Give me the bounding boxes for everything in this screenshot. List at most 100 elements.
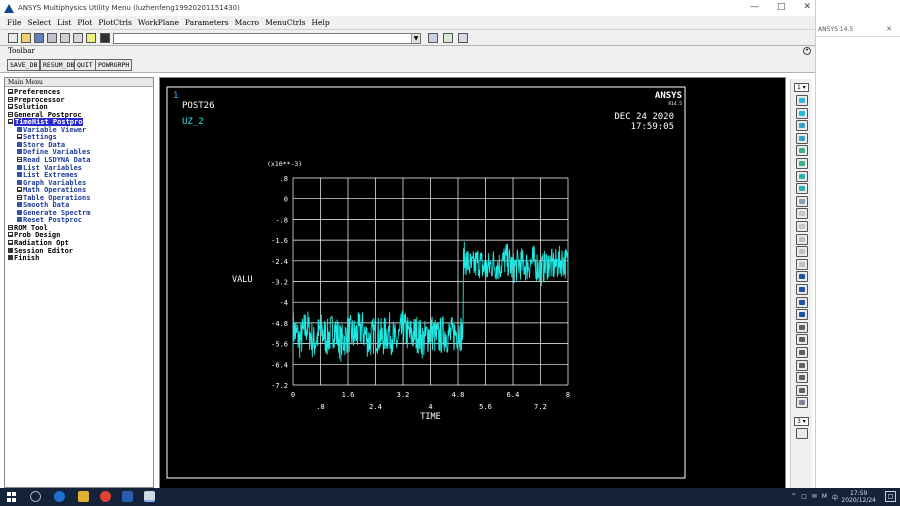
- menu-select[interactable]: Select: [27, 18, 51, 27]
- minimize-icon[interactable]: —: [750, 2, 759, 12]
- windows-start-icon[interactable]: [7, 492, 17, 502]
- open-icon[interactable]: [21, 33, 31, 43]
- function-icon: [17, 217, 22, 223]
- pan-left-icon[interactable]: [796, 271, 808, 283]
- clock[interactable]: 17:59 2020/12/24: [841, 490, 876, 504]
- collapse-icon[interactable]: •: [803, 47, 811, 55]
- pan-right-icon[interactable]: [796, 284, 808, 295]
- close-icon[interactable]: ✕: [803, 2, 811, 12]
- dynamic-mode-icon[interactable]: [796, 397, 808, 409]
- menu-workplane[interactable]: WorkPlane: [138, 18, 179, 27]
- expand-icon: [17, 187, 22, 193]
- rotate-yn-icon[interactable]: [796, 372, 808, 384]
- y-axis-label: VALU: [232, 275, 252, 285]
- raise-hidden-icon[interactable]: [443, 33, 453, 43]
- pan-down-icon[interactable]: [796, 309, 808, 321]
- menu-node-finish[interactable]: Finish: [8, 254, 39, 263]
- contact-icon[interactable]: [100, 33, 110, 43]
- close-icon[interactable]: ✕: [886, 25, 892, 33]
- x-tick-label: 1.6: [342, 391, 355, 399]
- zoom-box-icon[interactable]: [796, 233, 808, 245]
- right-view-toolbar: 1 ▾ 3 ▾: [790, 79, 812, 489]
- reset-view-icon[interactable]: [796, 428, 808, 439]
- box-zoom-icon[interactable]: [796, 246, 808, 258]
- menu-plotctrls[interactable]: PlotCtrls: [98, 18, 132, 27]
- expand-icon: [8, 240, 13, 245]
- graphics-canvas[interactable]: 1 POST26 UZ_2 ANSYS R14.5 DEC 24 2020 17…: [160, 78, 785, 488]
- x-tick-label: 3.2: [397, 391, 410, 399]
- y-tick-label: -1.6: [271, 237, 288, 245]
- back-view-icon[interactable]: [796, 120, 808, 132]
- word-icon[interactable]: [122, 491, 133, 502]
- menu-plot[interactable]: Plot: [77, 18, 92, 27]
- graphics-window: 1 POST26 UZ_2 ANSYS R14.5 DEC 24 2020 17…: [159, 77, 786, 489]
- menu-macro[interactable]: Macro: [235, 18, 259, 27]
- rotate-zn-icon[interactable]: [796, 384, 808, 396]
- window-selector[interactable]: 1 ▾: [794, 83, 809, 92]
- report-icon[interactable]: [73, 33, 83, 43]
- rate-selector[interactable]: 3 ▾: [794, 417, 809, 426]
- rotate-y-icon[interactable]: [796, 334, 808, 346]
- bottom-view-icon[interactable]: [796, 132, 808, 144]
- powrgrph-button[interactable]: POWRGRPH: [95, 59, 133, 71]
- rotate-xn-icon[interactable]: [796, 359, 808, 371]
- oblique-view-icon[interactable]: [796, 183, 808, 195]
- function-icon: [17, 149, 22, 155]
- print-icon[interactable]: [60, 33, 70, 43]
- quit-button[interactable]: QUIT: [74, 59, 96, 71]
- rotate-x-icon[interactable]: [796, 321, 808, 333]
- tray-mail-icon[interactable]: ✉: [812, 493, 817, 502]
- x-tick-label: 4.8: [452, 391, 465, 399]
- y-tick-label: -7.2: [271, 382, 288, 390]
- expand-icon: [17, 194, 22, 200]
- reset-picking-icon[interactable]: [458, 33, 468, 43]
- edge-icon[interactable]: [54, 491, 65, 502]
- tray-network-icon[interactable]: □: [801, 493, 807, 502]
- command-input[interactable]: ▼: [113, 33, 421, 44]
- command-history-icon[interactable]: [428, 33, 438, 43]
- main-menu-panel: Main Menu Preferences Preprocessor Solutio…: [4, 77, 154, 488]
- tray-chevron-icon[interactable]: ^: [791, 493, 796, 502]
- system-tray: ^ □ ✉ M 中: [791, 493, 838, 502]
- rotate-z-icon[interactable]: [796, 347, 808, 358]
- iso-view-icon[interactable]: [796, 170, 808, 182]
- background-tab-label[interactable]: ANSYS 14.5: [818, 26, 853, 33]
- pan-zoom-icon[interactable]: [47, 33, 57, 43]
- y-tick-label: -.8: [275, 216, 288, 224]
- y-tick-label: -5.6: [271, 341, 288, 349]
- ansys-logo: ANSYS: [655, 91, 682, 101]
- standard-toolbar: ▼: [0, 29, 815, 46]
- notification-icon[interactable]: □: [885, 491, 896, 502]
- maximize-icon[interactable]: □: [777, 2, 786, 12]
- search-icon[interactable]: [30, 491, 41, 502]
- ansys-taskbar-icon[interactable]: [144, 491, 155, 502]
- chrome-icon[interactable]: [100, 491, 111, 502]
- zoom-back-icon[interactable]: [796, 258, 808, 270]
- menu-file[interactable]: File: [7, 18, 21, 27]
- zoom-in-icon[interactable]: [796, 208, 808, 220]
- expand-icon: [8, 119, 13, 125]
- fit-view-icon[interactable]: [796, 195, 808, 207]
- top-view-icon[interactable]: [796, 107, 808, 119]
- help-icon[interactable]: [86, 33, 96, 43]
- front-view-icon[interactable]: [796, 95, 808, 106]
- clock-time: 17:59: [850, 490, 868, 497]
- tray-m-icon[interactable]: M: [822, 493, 827, 502]
- expand-icon: [8, 232, 13, 238]
- right-view-icon[interactable]: [796, 158, 808, 169]
- menu-parameters[interactable]: Parameters: [185, 18, 229, 27]
- zoom-out-icon[interactable]: [796, 221, 808, 232]
- menu-menuctrls[interactable]: MenuCtrls: [265, 18, 305, 27]
- menu-help[interactable]: Help: [311, 18, 329, 27]
- window-controls: — □ ✕: [750, 2, 811, 12]
- tray-ime-icon[interactable]: 中: [832, 493, 838, 502]
- menu-list[interactable]: List: [57, 18, 71, 27]
- left-view-icon[interactable]: [796, 145, 808, 157]
- file-explorer-icon[interactable]: [78, 491, 89, 502]
- new-file-icon[interactable]: [8, 33, 18, 43]
- chevron-down-icon[interactable]: ▼: [411, 34, 420, 43]
- save-icon[interactable]: [34, 33, 44, 43]
- resume-db-button[interactable]: RESUM_DB: [40, 59, 78, 71]
- pan-up-icon[interactable]: [796, 296, 808, 308]
- save-db-button[interactable]: SAVE_DB: [7, 59, 41, 71]
